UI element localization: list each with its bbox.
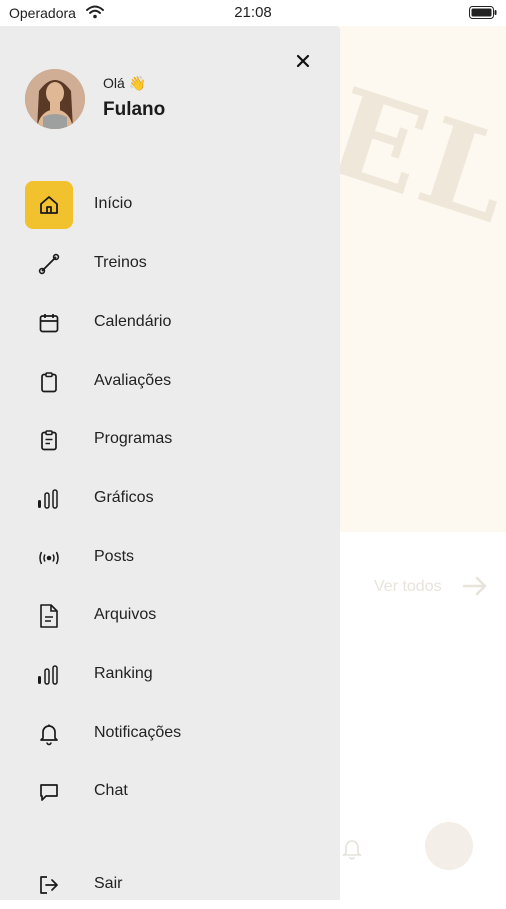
status-bar: Operadora 21:08	[0, 0, 506, 26]
see-all-link: Ver todos	[374, 578, 442, 595]
clipboard-list-icon	[25, 416, 73, 464]
calendar-icon	[25, 299, 73, 347]
menu-item-label: Avaliações	[94, 372, 172, 389]
hero-watermark: EL	[312, 61, 506, 252]
menu-item-calendario[interactable]: Calendário	[25, 299, 325, 347]
navigation-drawer: Olá 👋 Fulano Início Treinos Calendário A…	[0, 26, 340, 900]
clock-time: 21:08	[234, 4, 272, 21]
menu-item-ranking[interactable]: Ranking	[25, 651, 325, 699]
menu-item-label: Gráficos	[94, 489, 154, 506]
user-name: Fulano	[103, 99, 166, 120]
menu-item-arquivos[interactable]: Arquivos	[25, 592, 325, 640]
menu-item-inicio[interactable]: Início	[25, 181, 325, 229]
menu-item-sair[interactable]: Sair	[25, 861, 325, 909]
menu-item-treinos[interactable]: Treinos	[25, 240, 325, 288]
menu-item-programas[interactable]: Programas	[25, 416, 325, 464]
broadcast-icon	[25, 534, 73, 582]
bell-icon	[342, 838, 362, 865]
menu-item-notificacoes[interactable]: Notificações	[25, 710, 325, 758]
home-icon	[25, 181, 73, 229]
close-icon[interactable]	[292, 54, 314, 76]
menu-item-label: Programas	[94, 430, 173, 447]
user-avatar[interactable]	[25, 69, 85, 129]
clipboard-icon	[25, 358, 73, 406]
avatar	[425, 822, 473, 870]
menu-item-label: Chat	[94, 782, 128, 799]
chat-bubble-icon	[25, 768, 73, 816]
ranking-chart-icon	[25, 651, 73, 699]
menu-item-avaliacoes[interactable]: Avaliações	[25, 358, 325, 406]
greeting-text: Olá 👋	[103, 75, 147, 91]
menu-item-label: Treinos	[94, 254, 147, 271]
battery-icon	[469, 6, 497, 24]
bell-icon	[25, 710, 73, 758]
menu-item-posts[interactable]: Posts	[25, 534, 325, 582]
logout-label: Sair	[94, 875, 123, 892]
menu-item-label: Notificações	[94, 724, 182, 741]
menu-item-chat[interactable]: Chat	[25, 768, 325, 816]
close-button[interactable]	[292, 50, 314, 72]
logout-icon	[25, 861, 73, 909]
arrow-right-icon	[462, 575, 488, 602]
menu-item-graficos[interactable]: Gráficos	[25, 475, 325, 523]
menu-item-label: Início	[94, 195, 133, 212]
menu-item-label: Posts	[94, 548, 135, 565]
menu-item-label: Calendário	[94, 313, 172, 330]
dumbbell-icon	[25, 240, 73, 288]
bar-chart-icon	[25, 475, 73, 523]
menu-item-label: Arquivos	[94, 606, 157, 623]
menu-item-label: Ranking	[94, 665, 153, 682]
file-icon	[25, 592, 73, 640]
